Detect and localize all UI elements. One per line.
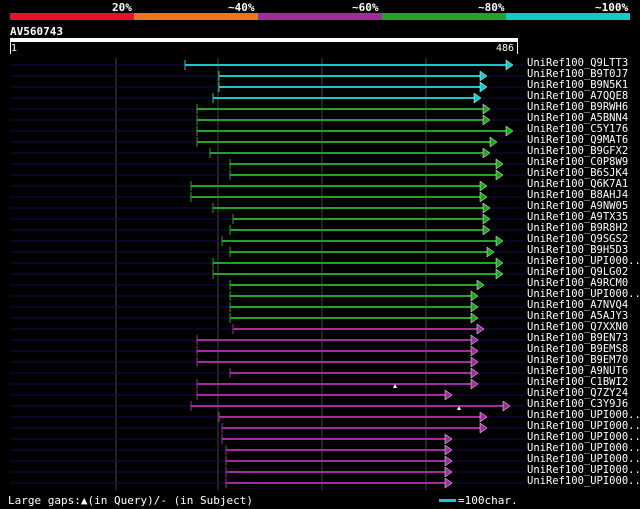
hit-end-arrow <box>489 136 498 148</box>
hit-end-arrow <box>470 301 479 313</box>
hit-end-arrow <box>476 323 485 335</box>
large-gaps-legend: Large gaps:▲(in Query)/- (in Subject) <box>8 494 254 507</box>
hit-end-arrow <box>444 466 453 478</box>
hit-end-arrow <box>470 378 479 390</box>
hit-end-arrow <box>444 389 453 401</box>
hit-end-arrow <box>444 477 453 489</box>
hit-end-arrow <box>444 444 453 456</box>
hit-end-arrow <box>495 169 504 181</box>
hit-end-arrow <box>482 147 491 159</box>
hit-end-arrow <box>482 224 491 236</box>
hit-end-arrow <box>470 345 479 357</box>
hit-label[interactable]: UniRef100_UPI000.. <box>527 476 640 487</box>
scale-legend-text: =100char. <box>458 494 518 507</box>
hit-end-arrow <box>470 312 479 324</box>
hit-end-arrow <box>482 103 491 115</box>
hit-end-arrow <box>502 400 511 412</box>
scale-legend-line <box>439 499 456 502</box>
hit-end-arrow <box>476 279 485 291</box>
hit-end-arrow <box>495 158 504 170</box>
hit-end-arrow <box>482 202 491 214</box>
hit-end-arrow <box>479 422 488 434</box>
hit-end-arrow <box>444 455 453 467</box>
hit-end-arrow <box>470 367 479 379</box>
hit-end-arrow <box>479 70 488 82</box>
hit-end-arrow <box>486 246 495 258</box>
hit-end-arrow <box>479 191 488 203</box>
hit-end-arrow <box>482 114 491 126</box>
hit-end-arrow <box>470 290 479 302</box>
hit-end-arrow <box>495 268 504 280</box>
hit-end-arrow <box>479 411 488 423</box>
hit-end-arrow <box>505 125 514 137</box>
hit-end-arrow <box>479 81 488 93</box>
hit-end-arrow <box>470 356 479 368</box>
hit-end-arrow <box>495 235 504 247</box>
hit-end-arrow <box>444 433 453 445</box>
hit-end-arrow <box>473 92 482 104</box>
hit-end-arrow <box>482 213 491 225</box>
hit-end-arrow <box>470 334 479 346</box>
hit-end-arrow <box>495 257 504 269</box>
hit-end-arrow <box>479 180 488 192</box>
hit-end-arrow <box>505 59 514 71</box>
